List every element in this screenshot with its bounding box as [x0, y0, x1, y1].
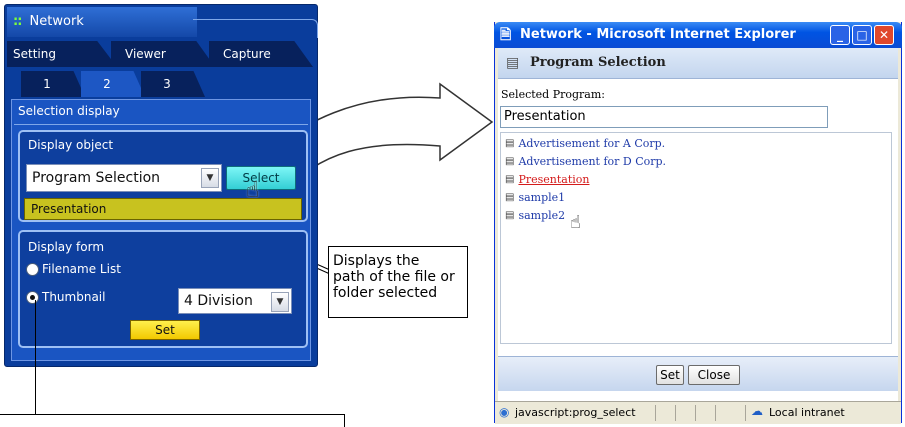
subtab-2[interactable]: 2 — [81, 71, 145, 97]
callout-line-1: Displays the — [333, 253, 420, 269]
program-list: ▤ Advertisement for A Corp. ▤ Advertisem… — [500, 132, 892, 344]
radio-selected-icon[interactable] — [26, 290, 39, 304]
intranet-icon: ☁ — [751, 404, 763, 418]
chevron-down-icon[interactable]: ▼ — [201, 168, 219, 188]
radio-filename-list[interactable]: Filename List — [26, 262, 121, 276]
main-tabs: Setting Viewer Capture — [7, 41, 315, 67]
status-text: javascript:prog_select — [515, 406, 636, 419]
zone-text: Local intranet — [769, 406, 845, 419]
tab-capture[interactable]: Capture — [209, 41, 313, 67]
maximize-button[interactable]: □ — [852, 25, 872, 45]
chevron-down-icon[interactable]: ▼ — [271, 292, 289, 312]
tab-viewer[interactable]: Viewer — [111, 41, 215, 67]
file-icon: ▤ — [505, 192, 515, 203]
select-button[interactable]: Select — [226, 166, 296, 190]
display-object-value: Program Selection — [32, 170, 161, 186]
program-selection-title: Program Selection — [530, 55, 666, 70]
radio-thumbnail[interactable]: Thumbnail — [26, 290, 105, 304]
close-window-button[interactable]: ✕ — [874, 25, 894, 45]
ie-content: ▤ Program Selection Selected Program: Pr… — [498, 48, 898, 401]
status-divider — [675, 405, 676, 421]
hand-cursor-icon: ☝ — [570, 212, 581, 233]
file-icon: ▤ — [505, 174, 515, 185]
section-label: Selection display — [18, 104, 120, 118]
document-icon: ▤ — [506, 55, 520, 71]
program-item[interactable]: ▤ Advertisement for A Corp. — [505, 137, 665, 150]
set-button[interactable]: Set — [130, 320, 200, 340]
program-item[interactable]: ▤ sample1 — [505, 191, 565, 204]
panel-title: Network — [29, 14, 84, 29]
program-item[interactable]: ▤ sample2 — [505, 209, 565, 222]
sub-tabs: 1 2 3 — [21, 71, 205, 97]
display-object-group: Display object Program Selection ▼ Selec… — [18, 130, 308, 222]
page-icon: ◉ — [499, 405, 510, 419]
program-item-label: Advertisement for A Corp. — [518, 137, 666, 150]
status-divider — [745, 405, 746, 421]
ie-titlebar: 🗎 Network - Microsoft Internet Explorer … — [494, 22, 902, 48]
tab-setting[interactable]: Setting — [7, 41, 117, 67]
ie-window: 🗎 Network - Microsoft Internet Explorer … — [494, 22, 902, 424]
title-decoration — [193, 19, 318, 38]
callout-line-3: folder selected — [333, 285, 438, 301]
file-icon: ▤ — [505, 138, 515, 149]
program-item-hovered[interactable]: ▤ Presentation — [505, 173, 590, 186]
status-divider — [655, 405, 656, 421]
display-form-group: Display form Filename List Thumbnail 4 D… — [18, 230, 308, 348]
program-item-label: Advertisement for D Corp. — [518, 155, 667, 168]
set-button[interactable]: Set — [656, 365, 684, 385]
radio-thumbnail-label: Thumbnail — [42, 290, 106, 304]
program-item[interactable]: ▤ Advertisement for D Corp. — [505, 155, 666, 168]
status-bar: ◉ javascript:prog_select ☁ Local intrane… — [495, 401, 901, 424]
file-icon: ▤ — [505, 156, 515, 167]
callout-line-2: path of the file or — [333, 269, 455, 285]
grid-icon: :: — [13, 14, 22, 29]
ie-footer: Set Close — [498, 356, 898, 391]
status-divider — [695, 405, 696, 421]
radio-filename-list-label: Filename List — [42, 262, 121, 276]
ie-window-title: Network - Microsoft Internet Explorer — [520, 27, 796, 42]
divider — [14, 124, 308, 125]
network-panel: :: Network Setting Viewer Capture 1 2 3 … — [4, 4, 318, 367]
division-select[interactable]: 4 Division ▼ — [178, 288, 292, 314]
radio-circle-icon[interactable] — [26, 262, 39, 276]
subtab-3[interactable]: 3 — [141, 71, 205, 97]
program-item-label: sample1 — [518, 191, 566, 204]
selected-program-field[interactable]: Presentation — [500, 106, 828, 128]
close-button[interactable]: Close — [688, 365, 740, 385]
division-value: 4 Division — [184, 293, 253, 309]
subtab-1[interactable]: 1 — [21, 71, 85, 97]
ie-page-icon: 🗎 — [500, 27, 512, 43]
program-item-label: sample2 — [518, 209, 566, 222]
program-selection-header: ▤ Program Selection — [498, 48, 898, 79]
selected-program-label: Selected Program: — [501, 88, 605, 101]
selection-display-section: Selection display Display object Program… — [11, 99, 311, 361]
display-object-select[interactable]: Program Selection ▼ — [26, 164, 222, 192]
thumbnail-callout-box — [0, 414, 345, 427]
display-form-label: Display form — [28, 240, 105, 254]
program-item-label: Presentation — [518, 173, 590, 186]
file-icon: ▤ — [505, 210, 515, 221]
path-callout: Displays the path of the file or folder … — [328, 246, 468, 318]
status-divider — [715, 405, 716, 421]
minimize-button[interactable]: _ — [830, 25, 850, 45]
display-object-label: Display object — [28, 138, 114, 152]
path-display-field: Presentation — [24, 198, 302, 220]
panel-title-bar: :: Network — [7, 7, 197, 37]
thumbnail-pointer-line — [35, 300, 36, 414]
